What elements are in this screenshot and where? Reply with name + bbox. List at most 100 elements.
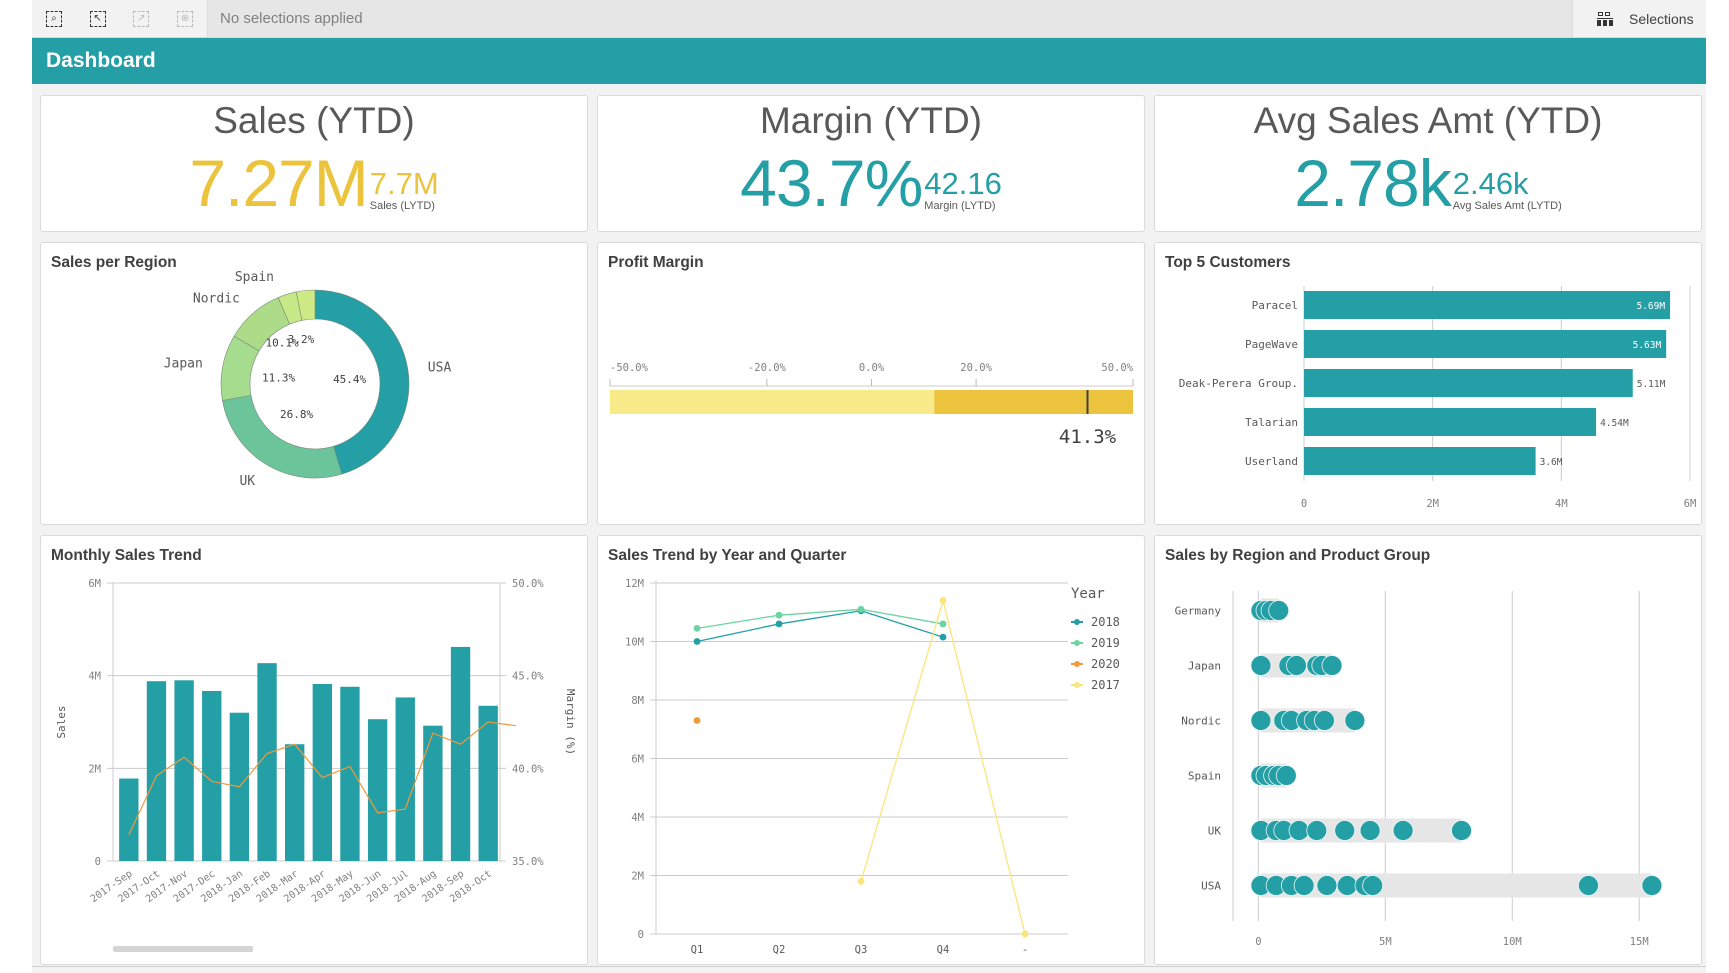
- range-segment: [610, 390, 935, 414]
- legend-label: 2020: [1091, 657, 1120, 671]
- bar: [1304, 408, 1597, 436]
- axis-tick-label: 0: [1301, 498, 1307, 510]
- data-point: [1275, 765, 1297, 786]
- data-point: [1306, 820, 1328, 841]
- data-point: [1362, 875, 1384, 896]
- slice-value-label: 45.4%: [333, 373, 366, 386]
- profit-margin-card[interactable]: Profit Margin -50.0% -20.0% 0.0% 20.0% 50.0%…: [597, 242, 1145, 525]
- selection-tools: ⌕ ↖ ↗ ⊗: [32, 0, 208, 37]
- y2-tick-label: 35.0%: [512, 856, 544, 868]
- data-point: [1316, 875, 1338, 896]
- data-point: [939, 620, 947, 628]
- category-label: UK: [1208, 825, 1222, 838]
- kpi-margin[interactable]: Margin (YTD) 43.7% 42.16 Margin (LYTD): [597, 95, 1145, 232]
- kpi-value: 43.7%: [740, 146, 923, 220]
- legend-marker: [1074, 640, 1080, 646]
- bar: [340, 686, 360, 861]
- value-label: 41.3%: [1059, 426, 1117, 448]
- bar: [285, 744, 305, 861]
- data-point: [1334, 820, 1356, 841]
- y2-tick-label: 45.0%: [512, 671, 544, 683]
- category-label: PageWave: [1245, 338, 1298, 351]
- sales-per-region-card[interactable]: Sales per Region 45.4% USA 26.8% UK 11.3% Jap…: [40, 242, 588, 525]
- data-point: [857, 605, 865, 613]
- bar-value-label: 3.6M: [1540, 457, 1563, 468]
- step-forward-icon: ↗: [133, 10, 150, 27]
- y-axis-title: Sales: [55, 705, 68, 738]
- scrollbar: [113, 946, 253, 952]
- top-customers-card[interactable]: Top 5 Customers 0 2M 4M 6M Paracel 5.69M PageW…: [1154, 242, 1702, 525]
- chart-title: Top 5 Customers: [1165, 254, 1291, 271]
- donut-chart[interactable]: 45.4%USA26.8%UK11.3%Japan10.1%Nordic3.2%…: [41, 243, 587, 524]
- data-point: [939, 597, 947, 604]
- data-point: [1313, 710, 1335, 731]
- legend-label: 2017: [1091, 678, 1120, 692]
- x-tick-label: Q4: [937, 944, 950, 956]
- bullet-chart[interactable]: -50.0% -20.0% 0.0% 20.0% 50.0% 41.3%: [598, 243, 1144, 524]
- series-line: [860, 598, 1026, 935]
- slice-value-label: 3.2%: [288, 333, 315, 346]
- step-forward-button[interactable]: ↗: [120, 0, 164, 37]
- kpi-sales[interactable]: Sales (YTD) 7.27M 7.7M Sales (LYTD): [40, 95, 588, 232]
- category-label: Japan: [1188, 660, 1221, 673]
- kpi-compare-label: Avg Sales Amt (LYTD): [1452, 200, 1562, 212]
- slice-category-label: USA: [428, 361, 452, 376]
- selections-icon: [1597, 11, 1613, 26]
- legend-marker: [1074, 619, 1080, 625]
- axis-tick-label: 50.0%: [1101, 362, 1133, 374]
- footer-divider: [32, 966, 1706, 967]
- clear-selections-button[interactable]: ⊗: [163, 0, 207, 37]
- y-tick-label: 6M: [88, 578, 101, 590]
- step-back-button[interactable]: ↖: [76, 0, 120, 37]
- axis-tick-label: 0.0%: [859, 362, 885, 374]
- data-point: [693, 624, 701, 632]
- x-tick-label: -: [1022, 944, 1028, 956]
- bar: [450, 646, 471, 861]
- smart-search-button[interactable]: ⌕: [32, 0, 76, 37]
- y-tick-label: 8M: [631, 695, 644, 707]
- slice-value-label: 26.8%: [280, 408, 313, 421]
- kpi-compare-value: 42.16: [924, 166, 1002, 201]
- smart-search-icon: ⌕: [45, 10, 62, 27]
- x-tick-label: 0: [1255, 936, 1261, 948]
- bar-chart[interactable]: 0 2M 4M 6M Paracel 5.69M PageWave 5.63M Deak-Per…: [1155, 243, 1701, 524]
- y-tick-label: 0: [95, 856, 101, 868]
- chart-title: Monthly Sales Trend: [51, 547, 202, 564]
- sales-trend-card[interactable]: Sales Trend by Year and Quarter 0 2M 4M 6M 8…: [597, 535, 1145, 965]
- bar: [367, 719, 388, 861]
- legend-marker: [1074, 682, 1080, 688]
- slice-category-label: Japan: [164, 357, 203, 372]
- data-point: [1250, 710, 1272, 731]
- kpi-value: 2.78k: [1294, 146, 1451, 220]
- selections-button[interactable]: Selections: [1572, 0, 1706, 37]
- slice-category-label: Spain: [235, 270, 274, 285]
- range-segment: [934, 390, 1133, 414]
- data-point: [1344, 710, 1366, 731]
- y-tick-label: 12M: [625, 578, 644, 590]
- combo-chart[interactable]: 0 2M 4M 6M 35.0% 40.0% 45.0% 50.0% Sales Margin (…: [41, 536, 587, 964]
- region-product-card[interactable]: Sales by Region and Product Group 0 5M 10M…: [1154, 535, 1702, 965]
- x-tick-label: 5M: [1379, 936, 1392, 948]
- distribution-chart[interactable]: 0 5M 10M 15M Germany Japan Nordic Spain UK USA: [1155, 536, 1701, 964]
- category-label: Paracel: [1252, 299, 1298, 312]
- kpi-avg-sales[interactable]: Avg Sales Amt (YTD) 2.78k 2.46k Avg Sale…: [1154, 95, 1702, 232]
- bar: [478, 705, 498, 861]
- kpi-compare-label: Sales (LYTD): [369, 200, 435, 212]
- y-tick-label: 10M: [625, 637, 644, 649]
- bar: [423, 725, 443, 861]
- category-label: Deak-Perera Group.: [1179, 377, 1298, 390]
- selection-toolbar: ⌕ ↖ ↗ ⊗ No selections applied Selections: [32, 0, 1706, 38]
- data-point: [693, 717, 701, 724]
- line-chart[interactable]: 0 2M 4M 6M 8M 10M 12M Q1 Q2 Q3 Q4 - Year 2018 2019 2020…: [598, 536, 1144, 964]
- data-point: [1250, 655, 1272, 676]
- bar: [1304, 330, 1667, 358]
- kpi-compare-label: Margin (LYTD): [924, 200, 996, 212]
- monthly-sales-card[interactable]: Monthly Sales Trend 0 2M 4M 6M 35.0% 40.0% 45.…: [40, 535, 588, 965]
- axis-tick-label: 4M: [1555, 498, 1568, 510]
- x-tick-label: 15M: [1630, 936, 1649, 948]
- selection-status: No selections applied: [220, 10, 363, 27]
- data-point: [693, 638, 701, 645]
- clear-selections-icon: ⊗: [177, 10, 194, 27]
- x-tick-label: Q3: [855, 944, 868, 956]
- data-point: [1641, 875, 1663, 896]
